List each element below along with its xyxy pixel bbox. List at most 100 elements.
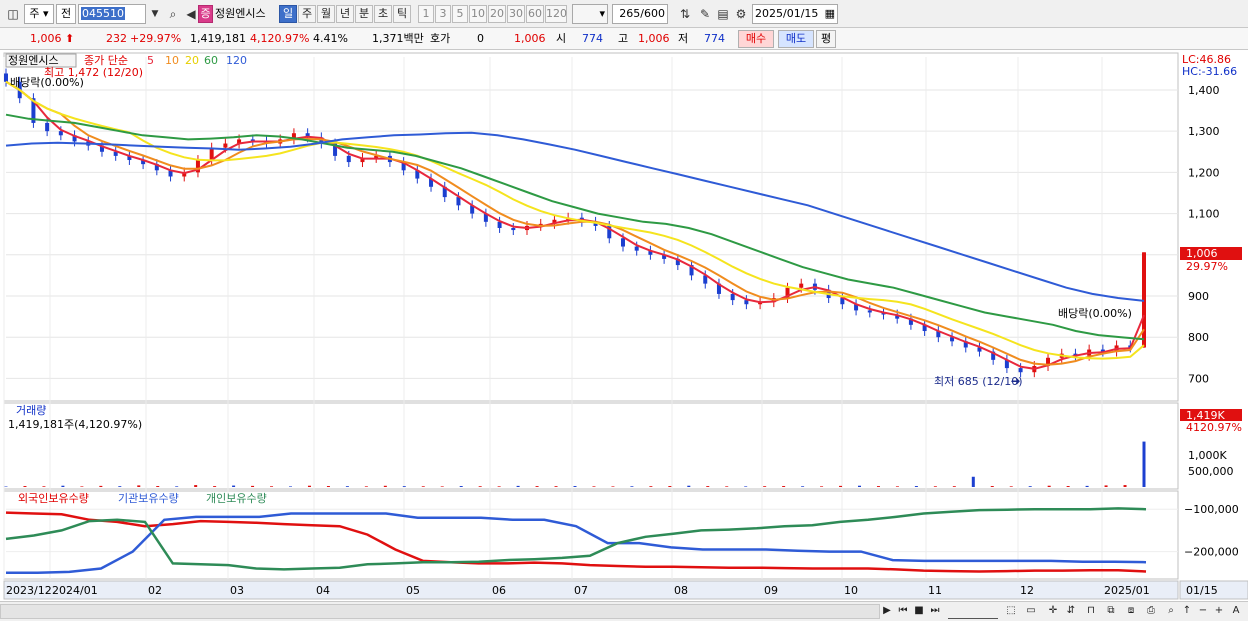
volume-rate: 4,120.97% (250, 32, 310, 45)
candle-body (730, 293, 735, 301)
volume-bar (326, 486, 330, 487)
current-price: 1,006 ⬆ (30, 32, 75, 45)
volume-bar (61, 485, 65, 487)
scroll-up-icon[interactable]: ↑ (1180, 604, 1194, 619)
stock-chart[interactable]: 1,4001,3001,2001,1001,000900800700 ➜ 1,0… (0, 51, 1248, 601)
layers-icon[interactable]: ⧉ (1102, 604, 1120, 619)
sell-button[interactable]: 매도 (778, 30, 814, 48)
stop-icon[interactable]: ■ (912, 604, 926, 619)
calendar-icon[interactable]: ▦ (825, 5, 835, 23)
gear-icon[interactable]: ⚙ (732, 5, 750, 23)
hoga-label: 호가 (430, 32, 451, 45)
date-tick-label: 09 (764, 584, 778, 597)
window-icon[interactable]: ▭ (1022, 604, 1040, 619)
average-button[interactable]: 평 (816, 30, 836, 48)
volume-bar (232, 485, 236, 487)
volume-bar (23, 486, 27, 487)
trade-value: 1,371백만 (372, 32, 424, 45)
period-tab-0[interactable]: 일 (279, 5, 297, 23)
stock-code-input[interactable]: 045510 (78, 4, 146, 24)
date-input[interactable]: 2025/01/15 ▦ (752, 4, 838, 24)
rewind-icon[interactable]: ⏮ (896, 604, 910, 619)
date-tick-label: 07 (574, 584, 588, 597)
volume-bar (307, 485, 311, 487)
magnet-icon[interactable]: ⊓ (1082, 604, 1100, 619)
volume-tick-label: 1,000K (1188, 449, 1227, 462)
price-change: 232 (106, 32, 127, 45)
stock-name: 정원엔시스 (215, 7, 266, 20)
zoom-out-icon[interactable]: − (1196, 604, 1210, 619)
period-tab-2[interactable]: 월 (317, 5, 335, 23)
arrows-icon[interactable]: ⇵ (1062, 604, 1080, 619)
interval-tab-60[interactable]: 60 (526, 5, 544, 23)
scroll-track[interactable] (0, 604, 880, 619)
period-tab-4[interactable]: 분 (355, 5, 373, 23)
interval-tab-3[interactable]: 3 (435, 5, 451, 23)
period-tab-1[interactable]: 주 (298, 5, 316, 23)
volume-bar (516, 485, 520, 487)
save-icon[interactable]: ▤ (714, 5, 732, 23)
volume-bar (1009, 486, 1013, 487)
price-tick-label: 800 (1188, 331, 1209, 344)
volume-bar (289, 486, 292, 487)
volume-bar (175, 486, 179, 487)
buy-button[interactable]: 매수 (738, 30, 774, 48)
volume-bar (383, 485, 387, 487)
crosshair-icon[interactable]: ✛ (1044, 604, 1062, 619)
candle-body (620, 238, 625, 247)
zoom-slider[interactable] (948, 604, 998, 619)
candle-body (511, 228, 516, 231)
hoga-value: 0 (477, 32, 484, 45)
period-tab-5[interactable]: 초 (374, 5, 392, 23)
prev-dropdown[interactable]: 전 (56, 4, 76, 24)
volume-bar (1123, 485, 1127, 487)
toolbar: ◫ 주 ▾ 전 045510 ▼ ⌕ ◀ 증 정원엔시스 ▾ 265/600 ⇅… (0, 0, 1248, 28)
low-label: 저 (678, 32, 689, 45)
interval-tab-30[interactable]: 30 (507, 5, 525, 23)
draw-tool-icon[interactable]: ✎ (696, 5, 714, 23)
auto-scale-icon[interactable]: A (1228, 604, 1244, 619)
scroll-right-icon[interactable]: ▶ (880, 604, 894, 619)
volume-bar (535, 486, 539, 487)
high-label: 고 (618, 32, 629, 45)
date-tick-label: 06 (492, 584, 506, 597)
count-input[interactable]: 265/600 (612, 4, 668, 24)
volume-bar (156, 486, 160, 487)
dropdown-arrow-icon[interactable]: ▼ (146, 5, 164, 23)
candle-body (346, 155, 351, 163)
candle-body (744, 300, 749, 305)
zoom-in-icon[interactable]: + (1212, 604, 1226, 619)
volume-bar (345, 486, 349, 487)
count-total: /600 (640, 7, 665, 20)
candle-body (223, 143, 228, 148)
interval-tab-20[interactable]: 20 (488, 5, 506, 23)
interval-dropdown[interactable]: ▾ (572, 4, 608, 24)
volume-bar (782, 486, 786, 487)
print-icon[interactable]: ⎙ (1142, 604, 1160, 619)
market-dropdown[interactable]: 주 ▾ (24, 4, 54, 24)
price-tick-label: 900 (1188, 290, 1209, 303)
date-tick-label: 12 (1020, 584, 1034, 597)
candle-toggle-icon[interactable]: ⇅ (676, 5, 694, 23)
market-dropdown-label: 주 (29, 7, 40, 20)
chart-layout-icon[interactable]: ◫ (4, 5, 22, 23)
volume-bar (118, 486, 122, 487)
volume-bar (573, 486, 577, 487)
candle-body (867, 310, 872, 313)
fit-icon[interactable]: ⬚ (1002, 604, 1020, 619)
zoom-search-icon[interactable]: ⌕ (1162, 604, 1180, 619)
volume-bar (876, 486, 880, 487)
interval-tab-1[interactable]: 1 (418, 5, 434, 23)
volume-bar (668, 486, 672, 487)
interval-tab-5[interactable]: 5 (452, 5, 468, 23)
period-tab-3[interactable]: 년 (336, 5, 354, 23)
interval-tab-120[interactable]: 120 (545, 5, 567, 23)
forward-icon[interactable]: ⏭ (928, 604, 942, 619)
copy-icon[interactable]: ⧈ (1122, 604, 1140, 619)
search-icon[interactable]: ⌕ (164, 5, 182, 23)
last-change-tag: 29.97% (1186, 260, 1228, 273)
date-tick-label: 01/15 (1186, 584, 1218, 597)
interval-tab-10[interactable]: 10 (469, 5, 487, 23)
period-tab-6[interactable]: 틱 (393, 5, 411, 23)
volume-bar (763, 486, 767, 487)
